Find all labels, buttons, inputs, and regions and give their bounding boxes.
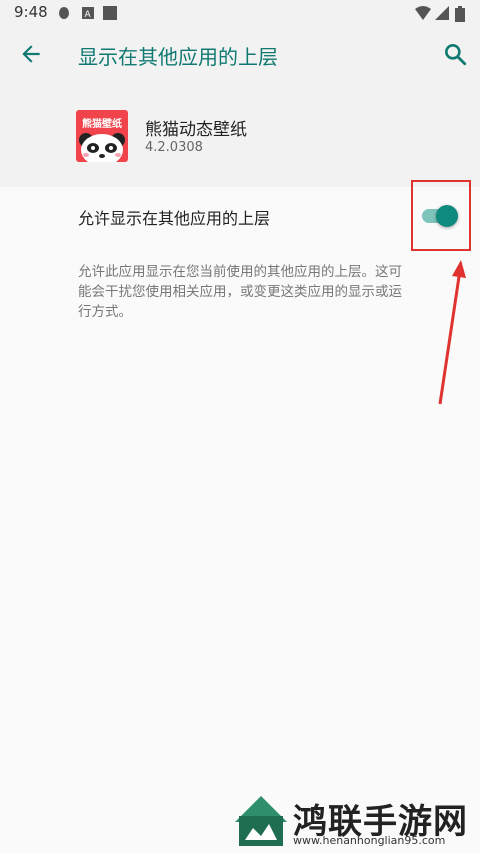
square-icon	[103, 6, 117, 20]
back-arrow-icon[interactable]	[18, 41, 44, 67]
status-time: 9:48	[14, 3, 48, 21]
wifi-icon	[415, 6, 431, 20]
annotation-highlight-box	[411, 180, 471, 251]
app-name: 熊猫动态壁纸	[145, 120, 247, 140]
signal-icon	[435, 6, 449, 20]
panda-app-icon: 熊猫壁纸	[76, 110, 128, 162]
status-bar: 9:48 A	[0, 0, 480, 26]
watermark-logo	[235, 796, 287, 846]
app-info-header: 熊猫壁纸 熊猫动态壁纸 4.2.0308	[0, 86, 480, 187]
svg-text:A: A	[85, 10, 92, 20]
search-icon[interactable]	[442, 41, 468, 67]
app-version: 4.2.0308	[145, 140, 203, 155]
watermark: 鸿联手游网 www.henanhonglian95.com	[233, 794, 475, 848]
watermark-url: www.henanhonglian95.com	[293, 834, 446, 847]
page-title: 显示在其他应用的上层	[78, 45, 278, 69]
annotation-arrow	[438, 260, 466, 405]
setting-title[interactable]: 允许显示在其他应用的上层	[78, 205, 270, 229]
setting-description: 允许此应用显示在您当前使用的其他应用的上层。这可能会干扰您使用相关应用，或变更这…	[78, 264, 402, 320]
qq-icon	[59, 7, 69, 19]
notification-icon: A	[82, 7, 94, 20]
app-bar: 显示在其他应用的上层	[0, 26, 480, 86]
battery-icon	[455, 6, 465, 22]
app-icon-text: 熊猫壁纸	[82, 117, 122, 130]
